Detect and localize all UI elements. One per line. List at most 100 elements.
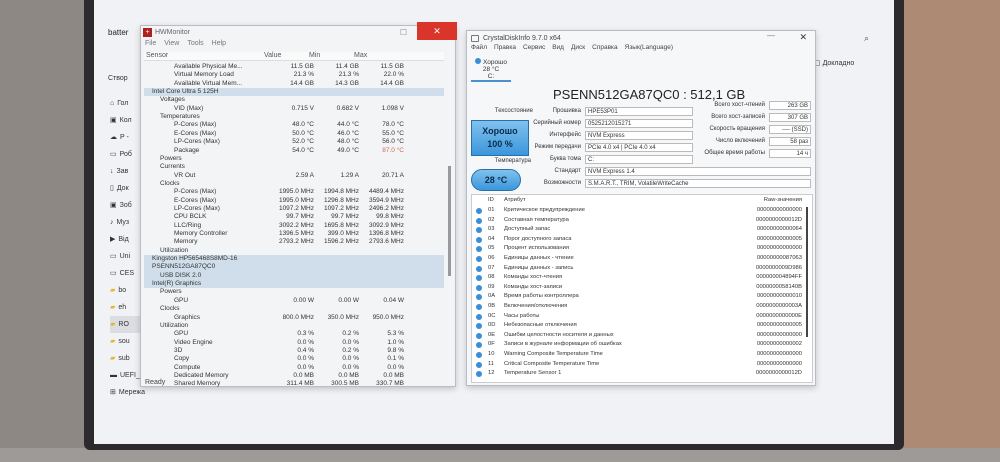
- sensor-row[interactable]: Compute 0.0 % 0.0 % 0.0 %: [144, 364, 444, 372]
- sensor-row[interactable]: Available Virtual Mem... 14.4 GB 14.3 GB 14…: [144, 80, 444, 88]
- close-button[interactable]: ✕: [799, 32, 807, 43]
- sensor-row[interactable]: VR Out 2.59 A 1.29 A 20.71 A: [144, 172, 444, 180]
- smart-row[interactable]: 0E Ошибки целостности носителя и данных 00…: [472, 331, 802, 341]
- smart-row[interactable]: 02 Составная температура 0000000000012D: [472, 216, 802, 226]
- sensor-row[interactable]: Copy 0.0 % 0.0 % 0.1 %: [144, 355, 444, 363]
- smart-row[interactable]: 06 Единицы данных - чтение 00000000087063: [472, 254, 802, 264]
- sensor-row[interactable]: Currents: [144, 163, 444, 171]
- sensor-row[interactable]: Package 54.0 °C 49.0 °C 87.0 °C: [144, 147, 444, 155]
- explorer-tab[interactable]: batter: [108, 28, 128, 37]
- smart-row[interactable]: 01 Критическое предупреждение 000000000000…: [472, 206, 802, 216]
- sensor-row[interactable]: Shared Memory 311.4 MB 300.5 MB 330.7 MB: [144, 380, 444, 388]
- sensor-row[interactable]: LP-Cores (Max) 52.0 °C 48.0 °C 56.0 °C: [144, 138, 444, 146]
- sensor-row[interactable]: Voltages: [144, 96, 444, 104]
- sensor-row[interactable]: 3D 0.4 % 0.2 % 9.8 %: [144, 347, 444, 355]
- smart-row[interactable]: 0F Записи в журнале информации об ошибках…: [472, 340, 802, 350]
- hwmonitor-titlebar[interactable]: + HWMonitor ☐ ✕: [141, 22, 457, 40]
- drive-icon: ▭: [110, 253, 117, 260]
- sensor-max: 11.5 GB: [380, 63, 404, 70]
- sensor-row[interactable]: VID (Max) 0.715 V 0.682 V 1.098 V: [144, 105, 444, 113]
- sensor-row[interactable]: CPU BCLK 99.7 MHz 99.7 MHz 99.8 MHz: [144, 213, 444, 221]
- sensor-row[interactable]: P-Cores (Max) 1995.0 MHz 1994.8 MHz 4489.4 …: [144, 188, 444, 196]
- menu-item[interactable]: View: [164, 40, 179, 47]
- sensor-row[interactable]: Memory 2793.2 MHz 1596.2 MHz 2793.6 MHz: [144, 238, 444, 246]
- sensor-row[interactable]: Clocks: [144, 305, 444, 313]
- field-value: 14 ч: [769, 149, 811, 158]
- close-button[interactable]: ✕: [417, 22, 457, 40]
- smart-row[interactable]: 04 Порог доступного запаса 00000000000005: [472, 235, 802, 245]
- vertical-scrollbar[interactable]: [806, 207, 808, 337]
- menu-item[interactable]: Сервис: [523, 44, 545, 51]
- sensor-row[interactable]: Dedicated Memory 0.0 MB 0.0 MB 0.0 MB: [144, 372, 444, 380]
- sensor-name: Powers: [160, 288, 182, 296]
- sensor-row[interactable]: USB DISK 2.0: [144, 271, 444, 281]
- menu-item[interactable]: Файл: [471, 44, 487, 51]
- cdi-titlebar[interactable]: CrystalDiskInfo 9.7.0 x64 — ✕: [467, 31, 815, 44]
- field-label: Всего хост-чтений: [714, 102, 765, 108]
- status-good-icon: [476, 332, 482, 339]
- sensor-row[interactable]: Utilization: [144, 322, 444, 330]
- smart-row[interactable]: 03 Доступный запас 00000000000064: [472, 225, 802, 235]
- smart-row[interactable]: 0A Время работы контроллера 00000000000010: [472, 292, 802, 302]
- sensor-row[interactable]: GPU 0.00 W 0.00 W 0.04 W: [144, 297, 444, 305]
- menu-item[interactable]: Диск: [571, 44, 585, 51]
- column-min[interactable]: Min: [309, 52, 320, 59]
- menu-item[interactable]: File: [145, 40, 156, 47]
- sensor-row[interactable]: Virtual Memory Load 21.3 % 21.3 % 22.0 %: [144, 71, 444, 79]
- vertical-scrollbar[interactable]: [448, 166, 451, 276]
- sensor-row[interactable]: PSENN512GA87QC0: [144, 263, 444, 272]
- sensor-row[interactable]: Memory Controller 1396.5 MHz 399.0 MHz 1396…: [144, 230, 444, 238]
- sensor-row[interactable]: LP-Cores (Max) 1097.2 MHz 1097.2 MHz 2496.2…: [144, 205, 444, 213]
- menu-item[interactable]: Правка: [494, 44, 516, 51]
- sensor-row[interactable]: Kingston HP565468S8MD-16: [144, 255, 444, 264]
- field-value: PCIe 4.0 x4 | PCIe 4.0 x4: [585, 143, 693, 152]
- menu-item[interactable]: Справка: [592, 44, 618, 51]
- column-value[interactable]: Value: [264, 52, 281, 59]
- smart-row[interactable]: 12 Temperature Sensor 1 0000000000012D: [472, 369, 802, 379]
- sensor-row[interactable]: LLC/Ring 3092.2 MHz 1695.8 MHz 3092.9 MHz: [144, 222, 444, 230]
- sensor-row[interactable]: GPU 0.3 % 0.2 % 5.3 %: [144, 330, 444, 338]
- header-raw[interactable]: Raw-значения: [764, 196, 802, 206]
- sensor-row[interactable]: Powers: [144, 288, 444, 296]
- attr-name: Единицы данных - запись: [504, 264, 574, 271]
- details-button[interactable]: ▢ Докладно: [814, 59, 854, 67]
- smart-row[interactable]: 08 Команды хост-чтения 000000004894FF: [472, 273, 802, 283]
- sidebar-item-label: Мережа: [118, 389, 145, 396]
- disk-tab-c[interactable]: Хорошо 28 °C C:: [471, 58, 511, 82]
- attr-name: Команды хост-записи: [504, 283, 563, 290]
- sensor-row[interactable]: Utilization: [144, 247, 444, 255]
- sensor-row[interactable]: Intel(R) Graphics: [144, 280, 444, 289]
- header-attribute[interactable]: Атрибут: [504, 196, 526, 206]
- search-icon[interactable]: ⌕: [864, 33, 869, 44]
- menu-item[interactable]: Вид: [552, 44, 564, 51]
- maximize-button[interactable]: ☐: [400, 28, 407, 37]
- smart-row[interactable]: 0C Часы работы 0000000000000E: [472, 312, 802, 322]
- sensor-row[interactable]: P-Cores (Max) 48.0 °C 44.0 °C 78.0 °C: [144, 121, 444, 129]
- create-button[interactable]: Створ: [108, 75, 128, 82]
- smart-row[interactable]: 05 Процент использования 00000000000000: [472, 244, 802, 254]
- sensor-row[interactable]: Graphics 800.0 MHz 350.0 MHz 950.0 MHz: [144, 314, 444, 322]
- sensor-row[interactable]: Intel Core Ultra 5 125H: [144, 88, 444, 97]
- smart-row[interactable]: 09 Команды хост-записи 0000000058140B: [472, 283, 802, 293]
- sensor-row[interactable]: Powers: [144, 155, 444, 163]
- smart-row[interactable]: 0D Небезопасные отключения 00000000000005: [472, 321, 802, 331]
- minimize-button[interactable]: —: [767, 31, 775, 40]
- smart-row[interactable]: 07 Единицы данных - запись 0000000009D986: [472, 264, 802, 274]
- sensor-row[interactable]: E-Cores (Max) 1995.0 MHz 1296.8 MHz 3594.9 …: [144, 197, 444, 205]
- sensor-name: Shared Memory: [174, 380, 221, 388]
- smart-row[interactable]: 11 Critical Composite Temperature Time 000…: [472, 360, 802, 370]
- menu-item[interactable]: Язык(Language): [625, 44, 673, 51]
- menu-item[interactable]: Tools: [187, 40, 203, 47]
- sensor-name: Dedicated Memory: [174, 371, 229, 379]
- attr-name: Время работы контроллера: [504, 293, 579, 300]
- sensor-row[interactable]: Video Engine 0.0 % 0.0 % 1.0 %: [144, 339, 444, 347]
- header-id[interactable]: ID: [488, 196, 494, 206]
- smart-row[interactable]: 10 Warning Composite Temperature Time 0000…: [472, 350, 802, 360]
- column-sensor[interactable]: Sensor: [146, 52, 168, 59]
- sensor-row[interactable]: Available Physical Me... 11.5 GB 11.4 GB 11…: [144, 63, 444, 71]
- menu-item[interactable]: Help: [212, 40, 226, 47]
- sensor-row[interactable]: E-Cores (Max) 50.0 °C 46.0 °C 55.0 °C: [144, 130, 444, 138]
- smart-row[interactable]: 0B Включения/отключения 0000000000003A: [472, 302, 802, 312]
- column-max[interactable]: Max: [354, 52, 367, 59]
- sensor-row[interactable]: Clocks: [144, 180, 444, 188]
